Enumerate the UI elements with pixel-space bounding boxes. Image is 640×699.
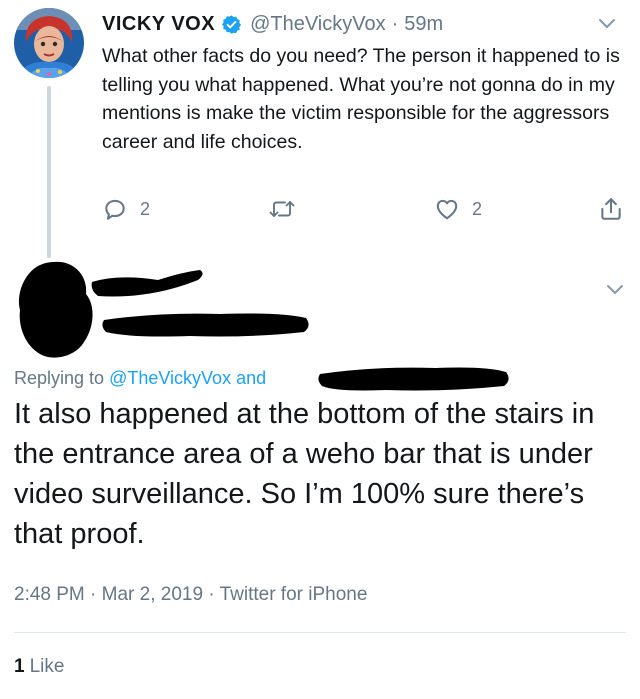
reply-tweet-text: It also happened at the bottom of the st… bbox=[14, 398, 595, 550]
replying-to-line: Replying to @TheVickyVox and bbox=[14, 368, 266, 389]
avatar[interactable] bbox=[14, 8, 84, 78]
user-handle[interactable]: @TheVickyVox bbox=[250, 13, 386, 36]
chevron-down-icon[interactable] bbox=[598, 18, 616, 30]
redacted-mention bbox=[318, 367, 509, 391]
retweet-button[interactable] bbox=[268, 196, 296, 222]
like-count: 2 bbox=[472, 198, 483, 219]
likes-count: 1 bbox=[14, 656, 25, 677]
parent-tweet[interactable]: VICKY VOX @TheVickyVox · 59m What other … bbox=[0, 0, 640, 240]
verified-badge-icon bbox=[221, 14, 242, 35]
tweet-header: VICKY VOX @TheVickyVox · 59m bbox=[102, 10, 443, 38]
heart-icon bbox=[436, 199, 458, 220]
tweet-timestamp-source[interactable]: 2:48 PM · Mar 2, 2019 · Twitter for iPho… bbox=[14, 584, 367, 606]
replying-to-prefix: Replying to bbox=[14, 368, 105, 388]
display-name[interactable]: VICKY VOX bbox=[102, 13, 215, 36]
like-button[interactable]: 2 bbox=[434, 196, 482, 222]
divider bbox=[14, 632, 626, 633]
mention-and[interactable]: and bbox=[236, 368, 266, 388]
redacted-avatar bbox=[18, 261, 93, 358]
share-icon bbox=[601, 198, 621, 220]
share-button[interactable] bbox=[598, 196, 624, 222]
likes-summary[interactable]: 1 Like bbox=[14, 656, 64, 678]
redacted-handle bbox=[102, 313, 309, 337]
reply-icon bbox=[105, 199, 125, 220]
chevron-down-icon[interactable] bbox=[606, 284, 624, 296]
separator-dot: · bbox=[391, 12, 399, 35]
redacted-name bbox=[91, 270, 203, 297]
relative-time[interactable]: 59m bbox=[404, 13, 443, 36]
reply-button[interactable]: 2 bbox=[102, 196, 150, 222]
tweet-actions: 2 2 bbox=[0, 196, 640, 222]
likes-label: Like bbox=[29, 656, 65, 677]
mention-link[interactable]: @TheVickyVox bbox=[109, 368, 231, 388]
reply-count: 2 bbox=[140, 198, 151, 219]
tweet-text: What other facts do you need? The person… bbox=[102, 45, 620, 153]
retweet-icon bbox=[269, 201, 295, 217]
